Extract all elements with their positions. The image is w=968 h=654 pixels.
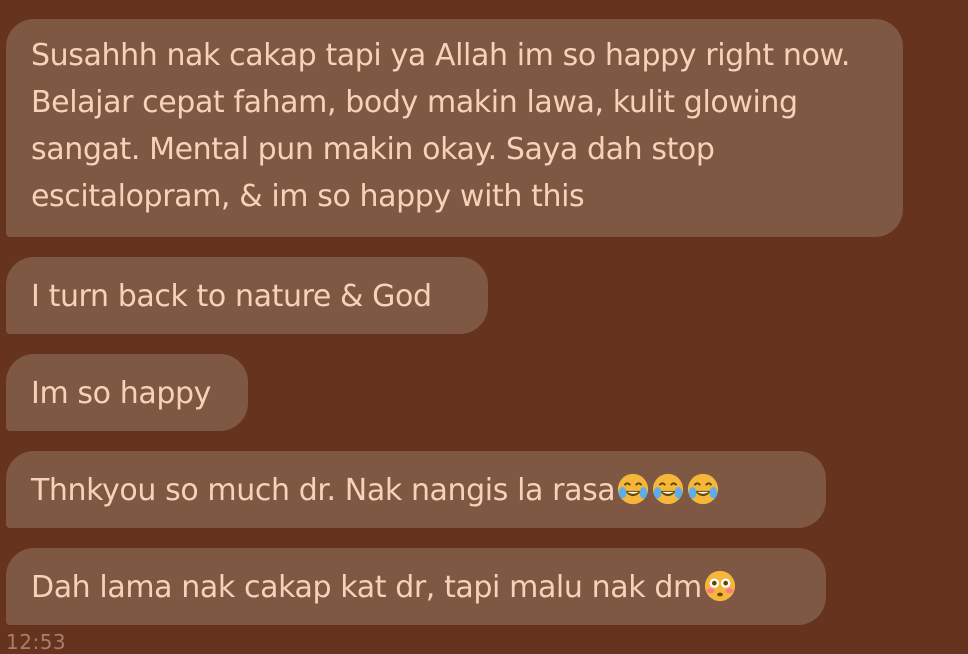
message-bubble[interactable]: Dah lama nak cakap kat dr, tapi malu nak… (6, 548, 826, 625)
message-bubble[interactable]: Susahhh nak cakap tapi ya Allah im so ha… (6, 19, 903, 237)
message-text: Susahhh nak cakap tapi ya Allah im so ha… (31, 38, 851, 214)
flushed-face-emoji (704, 570, 735, 602)
tears-of-joy-emoji (618, 473, 649, 505)
message-row: I turn back to nature & God (6, 257, 946, 334)
message-row: Im so happy (6, 354, 946, 431)
message-timestamp: 12:53 (6, 630, 67, 654)
message-bubble[interactable]: I turn back to nature & God (6, 257, 488, 334)
message-text: Thnkyou so much dr. Nak nangis la rasa (31, 473, 616, 508)
message-row: Thnkyou so much dr. Nak nangis la rasa (6, 451, 946, 528)
tears-of-joy-emoji (688, 473, 719, 505)
message-row: Dah lama nak cakap kat dr, tapi malu nak… (6, 548, 946, 625)
message-text: I turn back to nature & God (31, 279, 432, 314)
message-bubble[interactable]: Im so happy (6, 354, 248, 431)
message-row: Susahhh nak cakap tapi ya Allah im so ha… (6, 19, 946, 237)
message-bubble[interactable]: Thnkyou so much dr. Nak nangis la rasa (6, 451, 826, 528)
message-text: Dah lama nak cakap kat dr, tapi malu nak… (31, 570, 702, 605)
message-thread: Susahhh nak cakap tapi ya Allah im so ha… (6, 19, 946, 625)
tears-of-joy-emoji (653, 473, 684, 505)
message-text: Im so happy (31, 376, 211, 411)
